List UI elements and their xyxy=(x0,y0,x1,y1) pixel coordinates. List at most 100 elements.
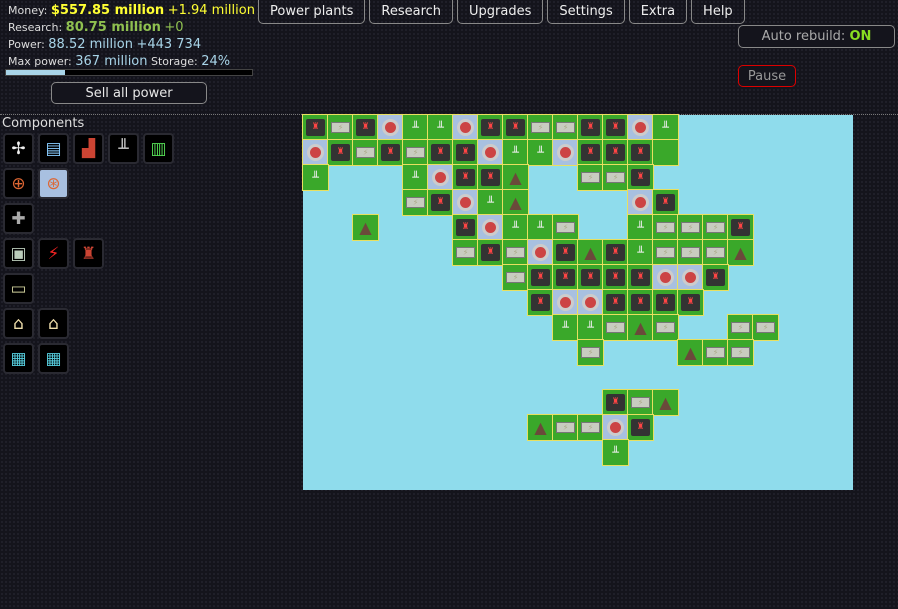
water-tile[interactable] xyxy=(753,240,778,265)
water-tile[interactable] xyxy=(828,365,853,390)
gas-plant-tile[interactable]: ╨ xyxy=(403,115,428,140)
water-tile[interactable] xyxy=(653,165,678,190)
water-tile[interactable] xyxy=(703,190,728,215)
mountain-tile[interactable]: ▲ xyxy=(503,190,528,215)
water-tile[interactable] xyxy=(803,215,828,240)
water-tile[interactable] xyxy=(528,165,553,190)
water-tile[interactable] xyxy=(453,365,478,390)
power-tower-icon[interactable]: ♜ xyxy=(73,238,104,269)
water-tile[interactable] xyxy=(703,415,728,440)
water-tile[interactable] xyxy=(778,315,803,340)
power-tower-tile[interactable]: ♜ xyxy=(428,140,453,165)
water-tile[interactable] xyxy=(328,265,353,290)
gas-plant-tile[interactable]: ╨ xyxy=(628,240,653,265)
water-tile[interactable] xyxy=(753,140,778,165)
battery-tile[interactable]: ⚡ xyxy=(553,415,578,440)
gas-plant-tile[interactable]: ╨ xyxy=(628,215,653,240)
water-tile[interactable] xyxy=(653,340,678,365)
water-tile[interactable] xyxy=(328,290,353,315)
water-tile[interactable] xyxy=(403,340,428,365)
water-tile[interactable] xyxy=(303,415,328,440)
water-tile[interactable] xyxy=(353,440,378,465)
battery-tile[interactable]: ⚡ xyxy=(328,115,353,140)
gas-plant-tile[interactable]: ╨ xyxy=(503,215,528,240)
power-tower-tile[interactable]: ♜ xyxy=(653,190,678,215)
water-tile[interactable] xyxy=(528,315,553,340)
pause-button[interactable]: Pause xyxy=(738,65,796,87)
solar-panel-icon[interactable]: ▤ xyxy=(38,133,69,164)
water-tile[interactable] xyxy=(428,290,453,315)
gas-plant-tile[interactable]: ╨ xyxy=(578,315,603,340)
power-tower-tile[interactable]: ♜ xyxy=(453,165,478,190)
power-tower-tile[interactable]: ♜ xyxy=(428,190,453,215)
water-tile[interactable] xyxy=(553,390,578,415)
water-tile[interactable] xyxy=(378,390,403,415)
sell-all-power-button[interactable]: Sell all power xyxy=(51,82,207,104)
water-tile[interactable] xyxy=(528,365,553,390)
water-tile[interactable] xyxy=(678,440,703,465)
water-tile[interactable] xyxy=(728,290,753,315)
water-tile[interactable] xyxy=(503,390,528,415)
water-tile[interactable] xyxy=(653,365,678,390)
water-tile[interactable] xyxy=(628,340,653,365)
gas-plant-tile[interactable]: ╨ xyxy=(503,140,528,165)
water-tile[interactable] xyxy=(803,365,828,390)
battery-tile[interactable]: ⚡ xyxy=(628,390,653,415)
water-tile[interactable] xyxy=(328,240,353,265)
water-tile[interactable] xyxy=(828,140,853,165)
water-tile[interactable] xyxy=(353,415,378,440)
battery-tile[interactable]: ⚡ xyxy=(503,265,528,290)
water-tile[interactable] xyxy=(303,365,328,390)
battery-tile[interactable]: ⚡ xyxy=(553,115,578,140)
water-tile[interactable] xyxy=(403,440,428,465)
water-tile[interactable] xyxy=(728,140,753,165)
water-tile[interactable] xyxy=(328,440,353,465)
water-tile[interactable] xyxy=(828,240,853,265)
water-tile[interactable] xyxy=(478,440,503,465)
water-tile[interactable] xyxy=(828,165,853,190)
water-tile[interactable] xyxy=(653,465,678,490)
mountain-tile[interactable]: ▲ xyxy=(528,415,553,440)
battery-tile[interactable]: ⚡ xyxy=(653,315,678,340)
water-tile[interactable] xyxy=(828,190,853,215)
battery-tile[interactable]: ⚡ xyxy=(453,240,478,265)
water-tile[interactable] xyxy=(828,390,853,415)
water-tile[interactable] xyxy=(703,390,728,415)
water-tile[interactable] xyxy=(328,190,353,215)
power-tower-tile[interactable]: ♜ xyxy=(553,265,578,290)
reactor-tile[interactable] xyxy=(553,290,578,315)
water-tile[interactable] xyxy=(728,165,753,190)
water-tile[interactable] xyxy=(828,440,853,465)
battery-tile[interactable]: ⚡ xyxy=(728,340,753,365)
water-tile[interactable] xyxy=(578,190,603,215)
water-tile[interactable] xyxy=(728,115,753,140)
water-tile[interactable] xyxy=(778,390,803,415)
water-tile[interactable] xyxy=(428,340,453,365)
water-tile[interactable] xyxy=(778,215,803,240)
battery-tile[interactable]: ⚡ xyxy=(403,190,428,215)
water-tile[interactable] xyxy=(678,115,703,140)
water-tile[interactable] xyxy=(678,365,703,390)
mountain-tile[interactable]: ▲ xyxy=(653,390,678,415)
water-tile[interactable] xyxy=(703,465,728,490)
water-tile[interactable] xyxy=(578,465,603,490)
water-tile[interactable] xyxy=(828,265,853,290)
mountain-tile[interactable]: ▲ xyxy=(353,215,378,240)
battery-tile[interactable]: ⚡ xyxy=(703,215,728,240)
water-tile[interactable] xyxy=(553,365,578,390)
water-tile[interactable] xyxy=(328,465,353,490)
coal-plant-icon[interactable]: ▟ xyxy=(73,133,104,164)
water-tile[interactable] xyxy=(303,190,328,215)
water-tile[interactable] xyxy=(503,365,528,390)
water-tile[interactable] xyxy=(778,340,803,365)
water-tile[interactable] xyxy=(553,465,578,490)
water-tile[interactable] xyxy=(678,415,703,440)
battery-tile[interactable]: ⚡ xyxy=(603,165,628,190)
battery-tile[interactable]: ⚡ xyxy=(578,415,603,440)
water-tile[interactable] xyxy=(353,465,378,490)
water-tile[interactable] xyxy=(303,440,328,465)
water-tile[interactable] xyxy=(803,140,828,165)
mountain-tile[interactable]: ▲ xyxy=(728,240,753,265)
water-tile[interactable] xyxy=(428,440,453,465)
water-tile[interactable] xyxy=(353,390,378,415)
